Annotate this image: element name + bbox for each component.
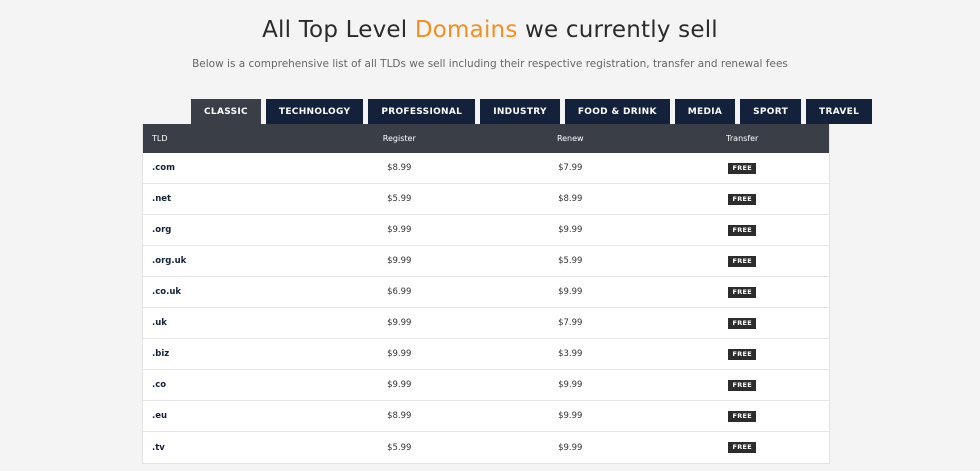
table-row: .tv $5.99 $9.99 FREE bbox=[143, 432, 829, 463]
table-row: .uk $9.99 $7.99 FREE bbox=[143, 308, 829, 339]
free-badge: FREE bbox=[728, 379, 757, 391]
free-badge: FREE bbox=[728, 442, 757, 453]
register-price: $9.99 bbox=[387, 380, 412, 390]
tld-name: .co.uk bbox=[152, 287, 182, 297]
renew-price: $9.99 bbox=[558, 225, 583, 235]
category-tabs: CLASSIC TECHNOLOGY PROFESSIONAL INDUSTRY FOO… bbox=[191, 99, 873, 124]
renew-price: $7.99 bbox=[558, 318, 583, 328]
table-body: .com $8.99 $7.99 FREE .net $5.99 $8.99 FREE .org… bbox=[143, 153, 829, 463]
tab-travel[interactable]: TRAVEL bbox=[806, 99, 873, 124]
tab-classic[interactable]: CLASSIC bbox=[191, 99, 261, 124]
register-price: $5.99 bbox=[387, 194, 412, 204]
column-header-renew: Renew bbox=[556, 134, 584, 143]
register-price: $9.99 bbox=[387, 349, 412, 359]
column-header-transfer: Transfer bbox=[726, 134, 759, 143]
renew-price: $7.99 bbox=[558, 163, 583, 173]
table-row: .org.uk $9.99 $5.99 FREE bbox=[143, 246, 829, 277]
free-badge: FREE bbox=[728, 410, 757, 422]
table-row: .co $9.99 $9.99 FREE bbox=[143, 370, 829, 401]
renew-price: $9.99 bbox=[558, 287, 583, 297]
tab-technology[interactable]: TECHNOLOGY bbox=[265, 99, 364, 124]
table-row: .net $5.99 $8.99 FREE bbox=[143, 184, 829, 215]
renew-price: $8.99 bbox=[558, 194, 583, 204]
transfer-cell: FREE bbox=[656, 410, 829, 422]
tld-name: .com bbox=[152, 163, 175, 173]
page: All Top Level Domains we currently sell … bbox=[0, 0, 980, 471]
page-title-accent: Domains bbox=[414, 17, 518, 43]
register-price: $6.99 bbox=[387, 287, 412, 297]
page-title-suffix: we currently sell bbox=[517, 17, 718, 43]
renew-price: $9.99 bbox=[558, 380, 583, 390]
table-row: .biz $9.99 $3.99 FREE bbox=[143, 339, 829, 370]
transfer-cell: FREE bbox=[656, 224, 829, 236]
page-subtitle: Below is a comprehensive list of all TLD… bbox=[192, 58, 788, 70]
table-row: .org $9.99 $9.99 FREE bbox=[143, 215, 829, 246]
tab-media[interactable]: MEDIA bbox=[674, 99, 736, 124]
transfer-cell: FREE bbox=[656, 193, 829, 205]
column-header-tld: TLD bbox=[152, 134, 168, 143]
register-price: $9.99 bbox=[387, 225, 412, 235]
tab-food-drink[interactable]: FOOD & DRINK bbox=[564, 99, 670, 124]
register-price: $8.99 bbox=[387, 163, 412, 173]
free-badge: FREE bbox=[728, 255, 757, 267]
register-price: $8.99 bbox=[387, 411, 412, 421]
tld-name: .uk bbox=[152, 318, 167, 328]
free-badge: FREE bbox=[728, 317, 757, 329]
transfer-cell: FREE bbox=[656, 317, 829, 329]
tld-name: .co bbox=[152, 380, 167, 390]
page-title: All Top Level Domains we currently sell bbox=[0, 14, 980, 46]
transfer-cell: FREE bbox=[656, 162, 829, 174]
table-header: TLD Register Renew Transfer bbox=[143, 124, 829, 153]
page-title-prefix: All Top Level bbox=[262, 17, 415, 43]
tab-industry[interactable]: INDUSTRY bbox=[480, 99, 560, 124]
table-row: .eu $8.99 $9.99 FREE bbox=[143, 401, 829, 432]
tld-name: .eu bbox=[152, 411, 168, 421]
transfer-cell: FREE bbox=[656, 379, 829, 391]
tld-name: .org.uk bbox=[152, 256, 187, 266]
renew-price: $3.99 bbox=[558, 349, 583, 359]
renew-price: $9.99 bbox=[558, 442, 583, 453]
register-price: $9.99 bbox=[387, 318, 412, 328]
tld-pricing-table: TLD Register Renew Transfer .com $8.99 $7.… bbox=[142, 124, 830, 464]
table-row: .com $8.99 $7.99 FREE bbox=[143, 153, 829, 184]
tld-name: .net bbox=[152, 194, 172, 204]
renew-price: $9.99 bbox=[558, 411, 583, 421]
tab-sport[interactable]: SPORT bbox=[740, 99, 802, 124]
table-row: .co.uk $6.99 $9.99 FREE bbox=[143, 277, 829, 308]
renew-price: $5.99 bbox=[558, 256, 583, 266]
free-badge: FREE bbox=[728, 286, 757, 298]
tab-professional[interactable]: PROFESSIONAL bbox=[368, 99, 476, 124]
transfer-cell: FREE bbox=[656, 286, 829, 298]
transfer-cell: FREE bbox=[656, 348, 829, 360]
transfer-cell: FREE bbox=[656, 442, 829, 453]
tld-name: .org bbox=[152, 225, 172, 235]
free-badge: FREE bbox=[728, 224, 757, 236]
free-badge: FREE bbox=[728, 348, 757, 360]
tld-name: .tv bbox=[152, 442, 165, 453]
column-header-register: Register bbox=[382, 134, 416, 143]
tld-name: .biz bbox=[152, 349, 170, 359]
register-price: $9.99 bbox=[387, 256, 412, 266]
register-price: $5.99 bbox=[387, 442, 412, 453]
free-badge: FREE bbox=[728, 193, 757, 205]
free-badge: FREE bbox=[728, 162, 757, 174]
transfer-cell: FREE bbox=[656, 255, 829, 267]
